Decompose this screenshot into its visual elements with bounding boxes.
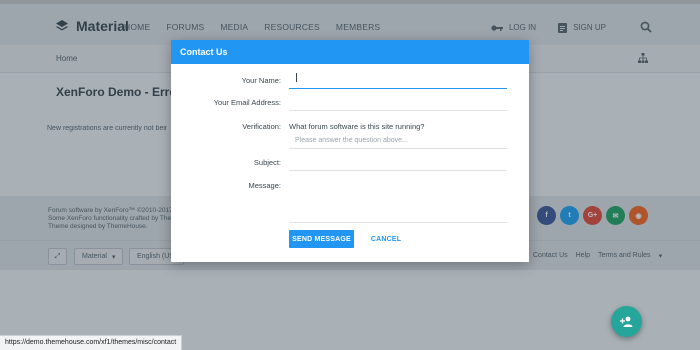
verification-label: Verification: — [242, 122, 281, 131]
verification-question: What forum software is this site running… — [289, 122, 425, 131]
send-message-button[interactable]: SEND MESSAGE — [289, 230, 354, 248]
contact-dialog: Contact Us Your Name: Your Email Address… — [171, 40, 529, 262]
add-user-button[interactable] — [611, 306, 642, 337]
cancel-button[interactable]: CANCEL — [365, 230, 407, 248]
name-field[interactable] — [289, 72, 507, 89]
status-bar-url: https://demo.themehouse.com/xf1/themes/m… — [0, 335, 183, 350]
name-label: Your Name: — [241, 76, 281, 85]
message-field[interactable] — [289, 177, 507, 223]
add-user-icon — [620, 316, 633, 327]
subject-label: Subject: — [253, 158, 281, 167]
subject-field[interactable] — [289, 154, 507, 171]
text-cursor — [296, 73, 297, 82]
verification-field[interactable] — [289, 132, 507, 149]
dialog-title: Contact Us — [171, 40, 529, 64]
message-label: Message: — [248, 181, 281, 190]
email-label: Your Email Address: — [213, 98, 281, 107]
email-field[interactable] — [289, 94, 507, 111]
